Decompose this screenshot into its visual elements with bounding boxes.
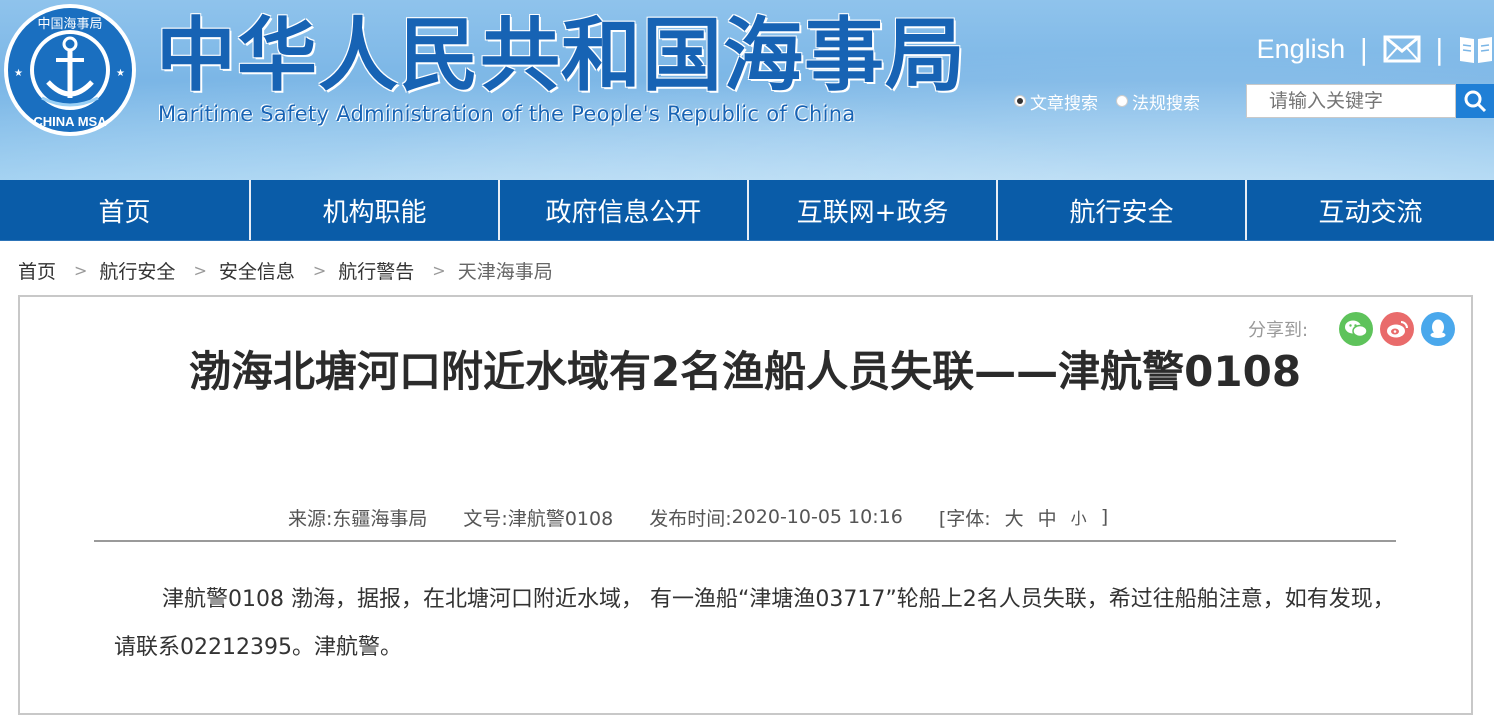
weibo-icon[interactable] [1380,312,1415,346]
nav-functions[interactable]: 机构职能 [249,180,498,240]
nav-internet-gov[interactable]: 互联网+政务 [747,180,996,240]
nav-interaction[interactable]: 互动交流 [1245,180,1494,240]
nav-navigation-safety[interactable]: 航行安全 [996,180,1245,240]
search-icon [1464,90,1487,113]
radio-label: 法规搜索 [1132,93,1200,114]
msa-logo-icon[interactable]: ★ ★ 中国海事局 CHINA MSA [2,2,138,138]
book-icon[interactable] [1458,33,1494,65]
nav-home[interactable]: 首页 [0,180,249,240]
search-type-options: 文章搜索 法规搜索 [1014,84,1218,118]
breadcrumb-separator: > [74,260,88,280]
site-title-cn: 中华人民共和国海事局 [156,9,966,102]
font-size-small[interactable]: 小 [1071,505,1087,529]
svg-text:★: ★ [116,68,125,79]
breadcrumb-current[interactable]: 天津海事局 [458,257,553,284]
logo-text-top: 中国海事局 [37,17,102,32]
main-nav: 首页 机构职能 政府信息公开 互联网+政务 航行安全 互动交流 [0,180,1494,241]
breadcrumb-item[interactable]: 安全信息 [219,257,295,284]
breadcrumb-item[interactable]: 航行安全 [99,257,175,284]
radio-dot-selected[interactable] [1014,95,1026,107]
breadcrumb: 首页 > 航行安全 > 安全信息 > 航行警告 > 天津海事局 [18,256,553,284]
radio-dot[interactable] [1116,95,1128,107]
article-body: 津航警0108 渤海，据报，在北塘河口附近水域， 有一渔船“津塘渔03717”轮… [114,587,1395,660]
english-link[interactable]: English [1257,34,1346,65]
meta-divider [94,540,1396,542]
doc-number-label: 文号: [463,507,508,530]
article-meta: 来源: 东疆海事局 文号: 津航警0108 发布时间: 2020-10-05 1… [288,502,1108,532]
font-size-medium[interactable]: 中 [1038,504,1057,531]
breadcrumb-separator: > [432,260,446,280]
source-value: 东疆海事局 [332,507,428,530]
search-button[interactable] [1456,84,1494,118]
breadcrumb-item[interactable]: 航行警告 [338,257,414,284]
logo-text-bottom: CHINA MSA [33,114,107,129]
top-links: English | | [1257,28,1494,70]
link-separator: | [1359,32,1369,66]
font-size-large[interactable]: 大 [1005,504,1024,531]
nav-gov-info[interactable]: 政府信息公开 [498,180,747,240]
breadcrumb-item[interactable]: 首页 [18,257,56,284]
radio-label: 文章搜索 [1030,93,1098,114]
radio-article-search[interactable]: 文章搜索 [1014,89,1098,114]
radio-law-search[interactable]: 法规搜索 [1116,89,1200,114]
search-input[interactable] [1246,84,1456,118]
font-size-label: [字体: [938,507,991,530]
publish-time-label: 发布时间: [649,507,732,530]
breadcrumb-separator: > [193,260,207,280]
article-title: 渤海北塘河口附近水域有2名渔船人员失联——津航警0108 [188,347,1302,396]
site-title-en: Maritime Safety Administration of the Pe… [158,102,856,126]
link-separator: | [1434,32,1444,66]
font-size-close: ] [1100,506,1109,528]
publish-time-value: 2020-10-05 10:16 [731,506,903,528]
qq-icon[interactable] [1421,312,1456,346]
svg-text:★: ★ [14,68,23,79]
doc-number-value: 津航警0108 [507,507,614,530]
mail-icon[interactable] [1383,35,1421,63]
source-label: 来源: [288,507,333,530]
breadcrumb-separator: > [312,260,327,280]
